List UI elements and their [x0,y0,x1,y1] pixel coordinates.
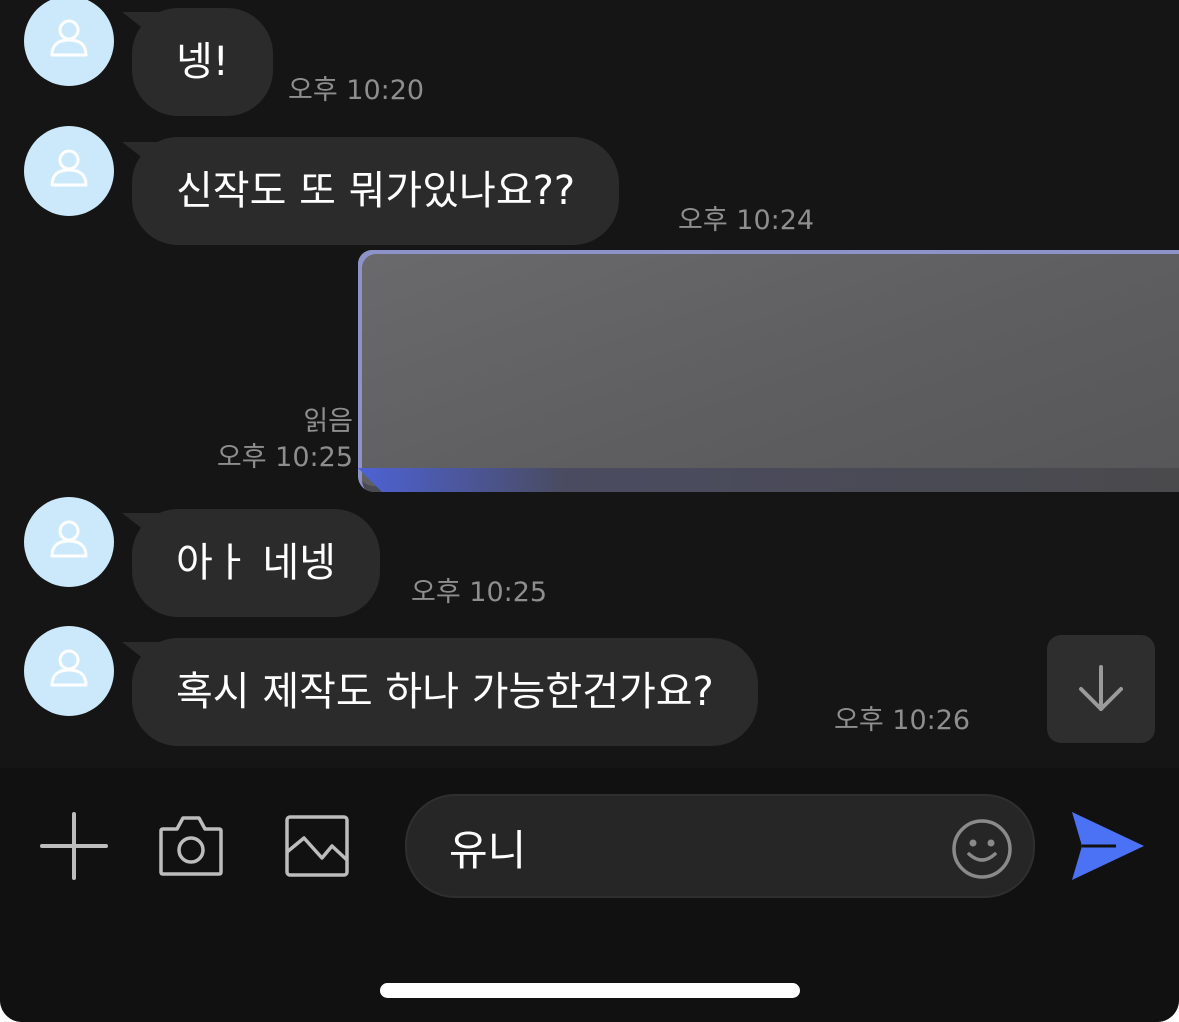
arrow-down-icon [1079,665,1123,711]
sent-status: 읽음 오후 10:25 [217,404,353,476]
sender-avatar[interactable] [24,626,114,716]
message-list[interactable]: 넹! 오후 10:20 신작도 또 뭐가있나요?? 오후 10:24 읽음 오후… [0,0,1179,768]
scroll-to-bottom-button[interactable] [1047,635,1155,743]
send-icon [1072,812,1144,880]
person-icon [50,149,88,187]
plus-icon [40,812,108,880]
sent-image-attachment[interactable] [358,250,1179,492]
message-input[interactable] [449,812,929,882]
message-bubble[interactable]: 아ㅏ 네넹 [132,509,380,617]
message-time: 오후 10:26 [834,705,971,736]
gallery-button[interactable] [284,814,350,882]
sender-avatar[interactable] [24,497,114,587]
image-icon [285,815,349,877]
emoji-button[interactable] [951,818,1013,884]
message-input-wrapper[interactable] [405,794,1035,898]
message-bubble[interactable]: 신작도 또 뭐가있나요?? [132,137,620,245]
chat-screen: 넹! 오후 10:20 신작도 또 뭐가있나요?? 오후 10:24 읽음 오후… [0,0,1179,1022]
person-icon [50,520,88,558]
message-bubble[interactable]: 넹! [132,8,273,116]
message-time: 오후 10:25 [411,577,548,608]
sender-avatar[interactable] [24,0,114,86]
message-time: 오후 10:20 [288,75,425,106]
smiley-icon [952,819,1012,879]
camera-button[interactable] [158,812,224,882]
camera-icon [159,816,223,876]
message-bubble[interactable]: 혹시 제작도 하나 가능한건가요? [132,638,758,746]
read-receipt: 읽음 [303,406,353,437]
person-icon [50,19,88,57]
message-time: 오후 10:25 [216,442,353,473]
sender-avatar[interactable] [24,126,114,216]
add-button[interactable] [40,812,108,884]
home-indicator [380,983,800,998]
send-button[interactable] [1070,808,1146,888]
person-icon [50,649,88,687]
message-time: 오후 10:24 [678,205,815,236]
